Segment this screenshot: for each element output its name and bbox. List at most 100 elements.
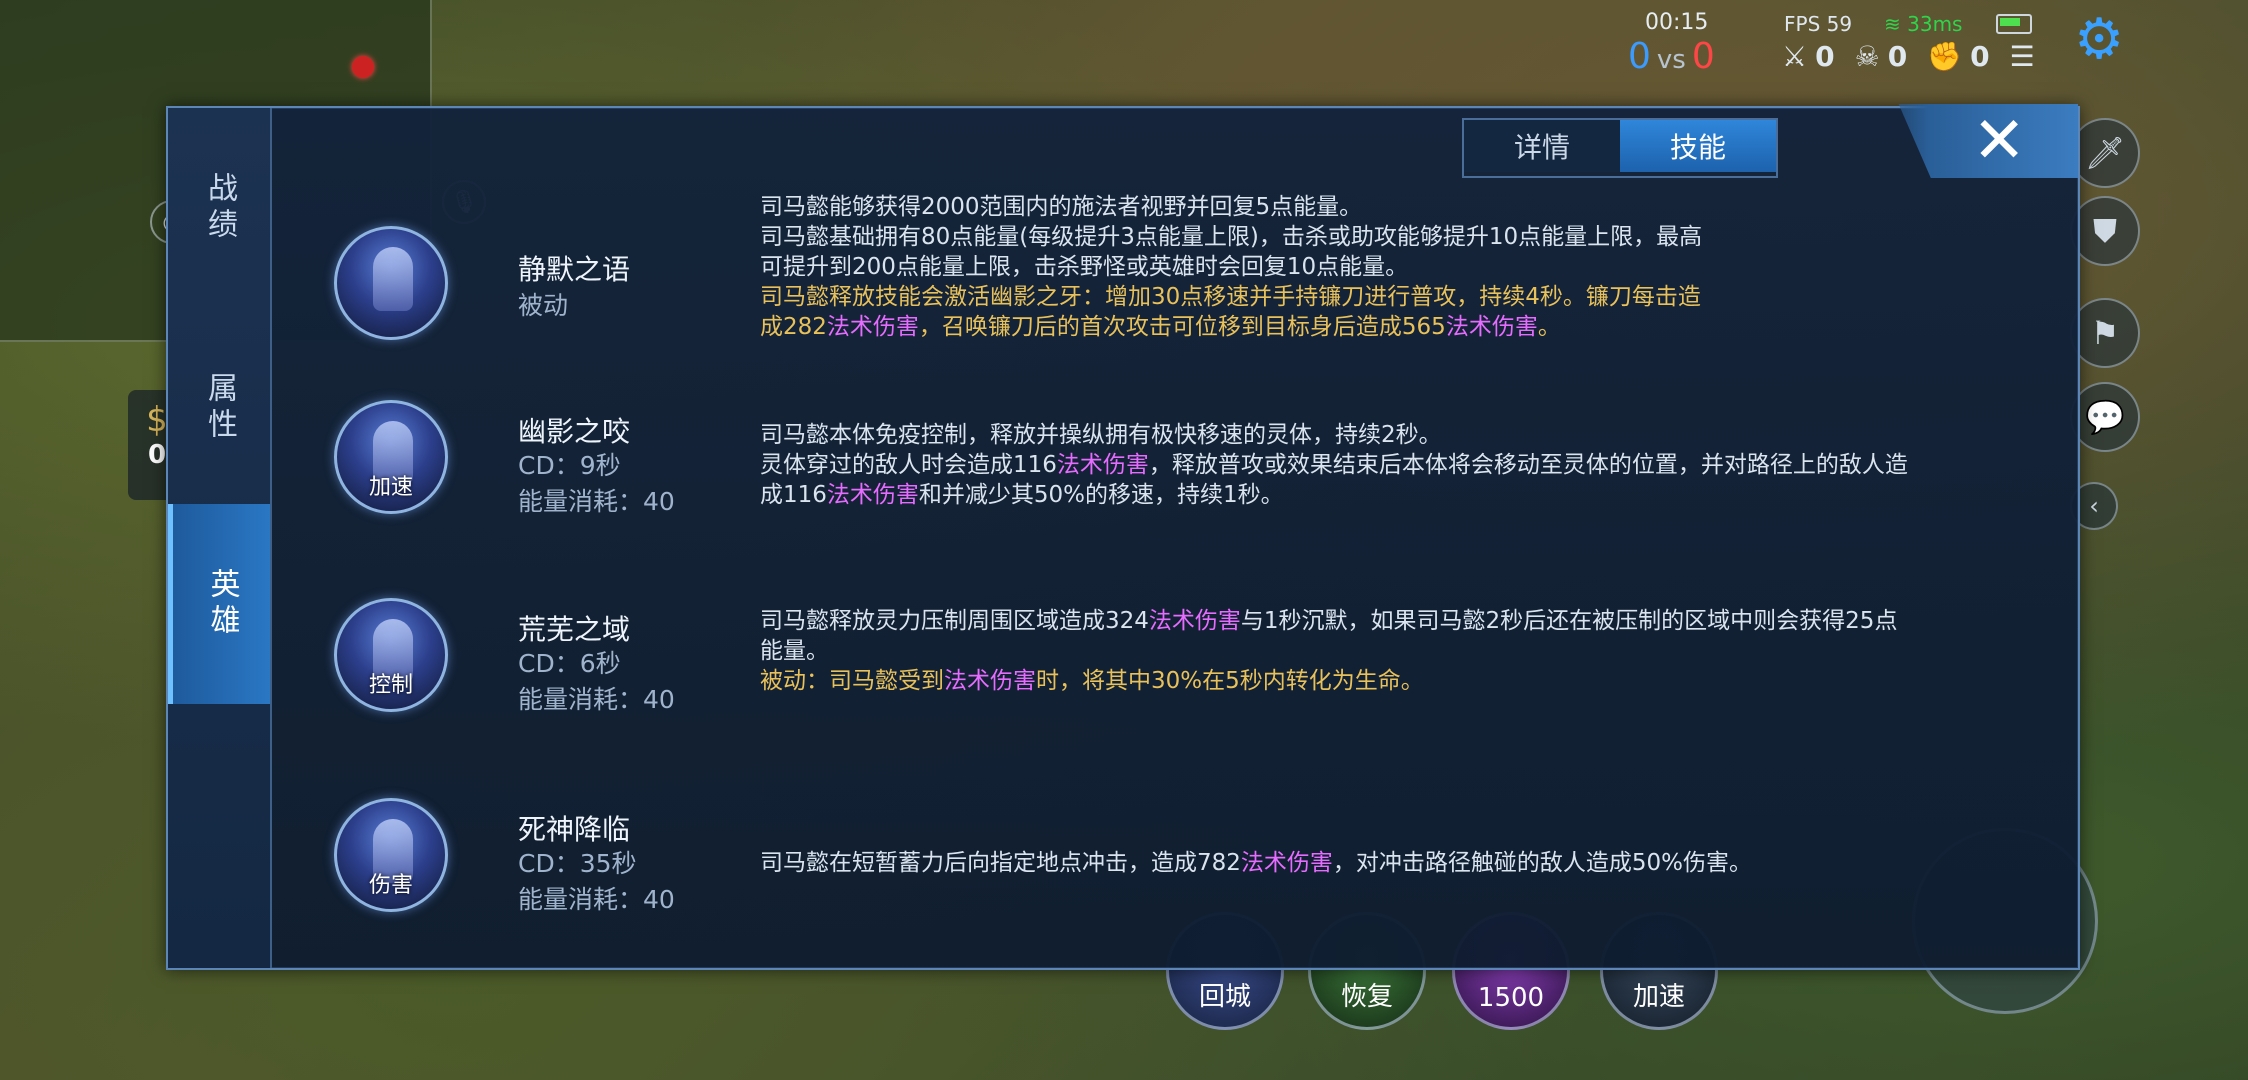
description-line: 司马懿在短暂蓄力后向指定地点冲击，造成782法术伤害，对冲击路径触碰的敌人造成5… [760, 848, 2060, 878]
description-text: ，召唤镰刀后的首次攻击可位移到目标身后造成565 [918, 314, 1446, 340]
ping-value: 33ms [1907, 12, 1963, 36]
wifi-icon: ≋ [1884, 12, 1901, 36]
kills-count: 0 [1815, 40, 1835, 73]
red-score: 0 [1691, 36, 1715, 77]
skill-cooldown: CD：9秒 [518, 451, 621, 480]
description-text: 和并减少其50%的移速，持续1秒。 [918, 482, 1284, 508]
skill-icon-shadow-bite[interactable]: 加速 [334, 400, 448, 514]
deaths-count: 0 [1887, 40, 1908, 73]
description-text: 成282 [760, 314, 827, 340]
skill-row-ultimate: 伤害 死神降临 CD：35秒 能量消耗：40 司马懿在短暂蓄力后向指定地点冲击，… [270, 798, 2080, 968]
skill-description: 司马懿本体免疫控制，释放并操纵拥有极快移速的灵体，持续2秒。 灵体穿过的敌人时会造… [760, 420, 2060, 510]
description-line: 成282法术伤害，召唤镰刀后的首次攻击可位移到目标身后造成565法术伤害。 [760, 312, 2060, 342]
summoner-cost: 1500 [1477, 983, 1545, 1013]
magic-damage-keyword: 法术伤害 [1056, 452, 1149, 478]
defense-shield-icon[interactable]: ⛊ [2070, 196, 2140, 266]
match-timer: 00:15 [1645, 10, 1709, 35]
skill-name: 静默之语 [518, 253, 631, 286]
description-text: 。 [1537, 314, 1561, 340]
description-line: 司马懿基础拥有80点能量(每级提升3点能量上限)，击杀或助攻能够提升10点能量上… [760, 222, 2060, 252]
panel-sidebar: 战绩 属性 英雄 [168, 108, 272, 968]
sidebar-tab-hero[interactable]: 英雄 [168, 504, 270, 704]
description-text: 可提升到200点能量上限，击杀野怪或英雄时会回复10点能量。 [760, 254, 1409, 280]
chat-icon[interactable]: 💬 [2070, 382, 2140, 452]
description-line: 司马懿释放灵力压制周围区域造成324法术伤害与1秒沉默，如果司马懿2秒后还在被压… [760, 606, 2060, 636]
skill-row-passive: 静默之语 被动 司马懿能够获得2000范围内的施法者视野并回复5点能量。 司马懿基… [270, 194, 2080, 388]
kills-stat: ⚔ 0 [1782, 40, 1835, 73]
tab-details[interactable]: 详情 [1464, 120, 1620, 172]
skill-cooldown: CD：35秒 [518, 849, 637, 878]
skill-row-1: 加速 幽影之咬 CD：9秒 能量消耗：40 司马懿本体免疫控制，释放并操纵拥有极… [270, 400, 2080, 586]
panel-tabs: 详情 技能 [1462, 118, 1778, 178]
skill-tag: 控制 [368, 673, 413, 698]
skill-tag: 加速 [368, 475, 413, 500]
sprint-label: 加速 [1632, 982, 1685, 1012]
blue-score: 0 [1628, 36, 1651, 77]
battery-icon [1996, 14, 2032, 34]
skull-icon: ☠ [1854, 40, 1880, 73]
magic-damage-keyword: 法术伤害 [826, 314, 919, 340]
skill-type: 被动 [518, 291, 569, 320]
description-text: 司马懿在短暂蓄力后向指定地点冲击，造成782 [760, 850, 1241, 876]
list-icon[interactable]: ☰ [2010, 40, 2035, 73]
skill-description: 司马懿在短暂蓄力后向指定地点冲击，造成782法术伤害，对冲击路径触碰的敌人造成5… [760, 848, 2060, 878]
kda-stats[interactable]: ⚔ 0 ☠ 0 ✊ 0 ☰ [1782, 40, 2035, 73]
description-text: 时，将其中30%在5秒内转化为生命。 [1036, 668, 1424, 694]
skill-energy-cost: 能量消耗：40 [518, 685, 675, 714]
magic-damage-keyword: 法术伤害 [826, 482, 919, 508]
description-line: 可提升到200点能量上限，击杀野怪或英雄时会回复10点能量。 [760, 252, 2060, 282]
hero-figure-icon [373, 247, 413, 311]
skill-icon-silent-whisper[interactable] [334, 226, 448, 340]
magic-damage-keyword: 法术伤害 [944, 668, 1036, 694]
hero-info-panel: 战绩 属性 英雄 详情 技能 ✕ 静默之语 被动 司马懿能够获得2000范围内的… [166, 104, 2080, 970]
description-line: 司马懿本体免疫控制，释放并操纵拥有极快移速的灵体，持续2秒。 [760, 420, 2060, 450]
description-text: 被动：司马懿受到 [760, 668, 944, 694]
skill-name: 死神降临 [518, 813, 631, 846]
skill-description: 司马懿能够获得2000范围内的施法者视野并回复5点能量。 司马懿基础拥有80点能量… [760, 192, 2060, 342]
skill-icon-death-descends[interactable]: 伤害 [334, 798, 448, 912]
assists-stat: ✊ 0 [1927, 40, 1989, 73]
ping-display: ≋ 33ms [1884, 12, 1962, 36]
description-text: 司马懿释放灵力压制周围区域造成324 [760, 608, 1149, 634]
skill-row-2: 控制 荒芜之域 CD：6秒 能量消耗：40 司马懿释放灵力压制周围区域造成324… [270, 598, 2080, 784]
deaths-stat: ☠ 0 [1855, 40, 1908, 73]
skill-icon-barren-domain[interactable]: 控制 [334, 598, 448, 712]
description-text: 与1秒沉默，如果司马懿2秒后还在被压制的区域中则会获得25点 [1240, 608, 1898, 634]
description-text: 司马懿本体免疫控制，释放并操纵拥有极快移速的灵体，持续2秒。 [760, 422, 1442, 448]
description-text: 司马懿能够获得2000范围内的施法者视野并回复5点能量。 [760, 194, 1363, 220]
attack-mode-icon[interactable]: 🗡 [2070, 118, 2140, 188]
magic-damage-keyword: 法术伤害 [1148, 608, 1241, 634]
sword-icon: ⚔ [1782, 40, 1808, 73]
recall-label: 回城 [1198, 982, 1251, 1012]
description-line: 司马懿释放技能会激活幽影之牙：增加30点移速并手持镰刀进行普攻，持续4秒。镰刀每… [760, 282, 2060, 312]
description-text: 成116 [760, 482, 827, 508]
magic-damage-keyword: 法术伤害 [1240, 850, 1333, 876]
description-text: ，释放普攻或效果结束后本体将会移动至灵体的位置，并对路径上的敌人造 [1148, 452, 1908, 478]
team-score: 0 vs 0 [1628, 36, 1715, 77]
assists-count: 0 [1970, 40, 1990, 73]
skill-energy-cost: 能量消耗：40 [518, 487, 675, 516]
description-line: 司马懿能够获得2000范围内的施法者视野并回复5点能量。 [760, 192, 2060, 222]
description-text: 能量。 [760, 638, 829, 664]
close-icon: ✕ [1972, 104, 2026, 178]
skill-name: 荒芜之域 [518, 613, 631, 646]
description-text: 灵体穿过的敌人时会造成116 [760, 452, 1057, 478]
skill-tag: 伤害 [368, 873, 413, 898]
settings-gear-icon[interactable]: ⚙ [2074, 12, 2124, 68]
skill-energy-cost: 能量消耗：40 [518, 885, 675, 914]
description-line: 成116法术伤害和并减少其50%的移速，持续1秒。 [760, 480, 2060, 510]
description-line: 灵体穿过的敌人时会造成116法术伤害，释放普攻或效果结束后本体将会移动至灵体的位… [760, 450, 2060, 480]
description-line: 被动：司马懿受到法术伤害时，将其中30%在5秒内转化为生命。 [760, 666, 2060, 696]
tab-skills[interactable]: 技能 [1620, 120, 1776, 172]
description-text: ，对冲击路径触碰的敌人造成50%伤害。 [1332, 850, 1753, 876]
sidebar-tab-attributes[interactable]: 属性 [168, 308, 270, 508]
fist-icon: ✊ [1927, 40, 1963, 73]
flag-icon[interactable]: ⚑ [2070, 298, 2140, 368]
skill-name: 幽影之咬 [518, 415, 631, 448]
skill-description: 司马懿释放灵力压制周围区域造成324法术伤害与1秒沉默，如果司马懿2秒后还在被压… [760, 606, 2060, 696]
close-button[interactable]: ✕ [1898, 104, 2078, 178]
description-text: 司马懿释放技能会激活幽影之牙：增加30点移速并手持镰刀进行普攻，持续4秒。镰刀每… [760, 284, 1701, 310]
fps-counter: FPS 59 [1784, 12, 1853, 36]
enemy-marker-icon [352, 56, 374, 78]
sidebar-tab-record[interactable]: 战绩 [168, 108, 270, 308]
